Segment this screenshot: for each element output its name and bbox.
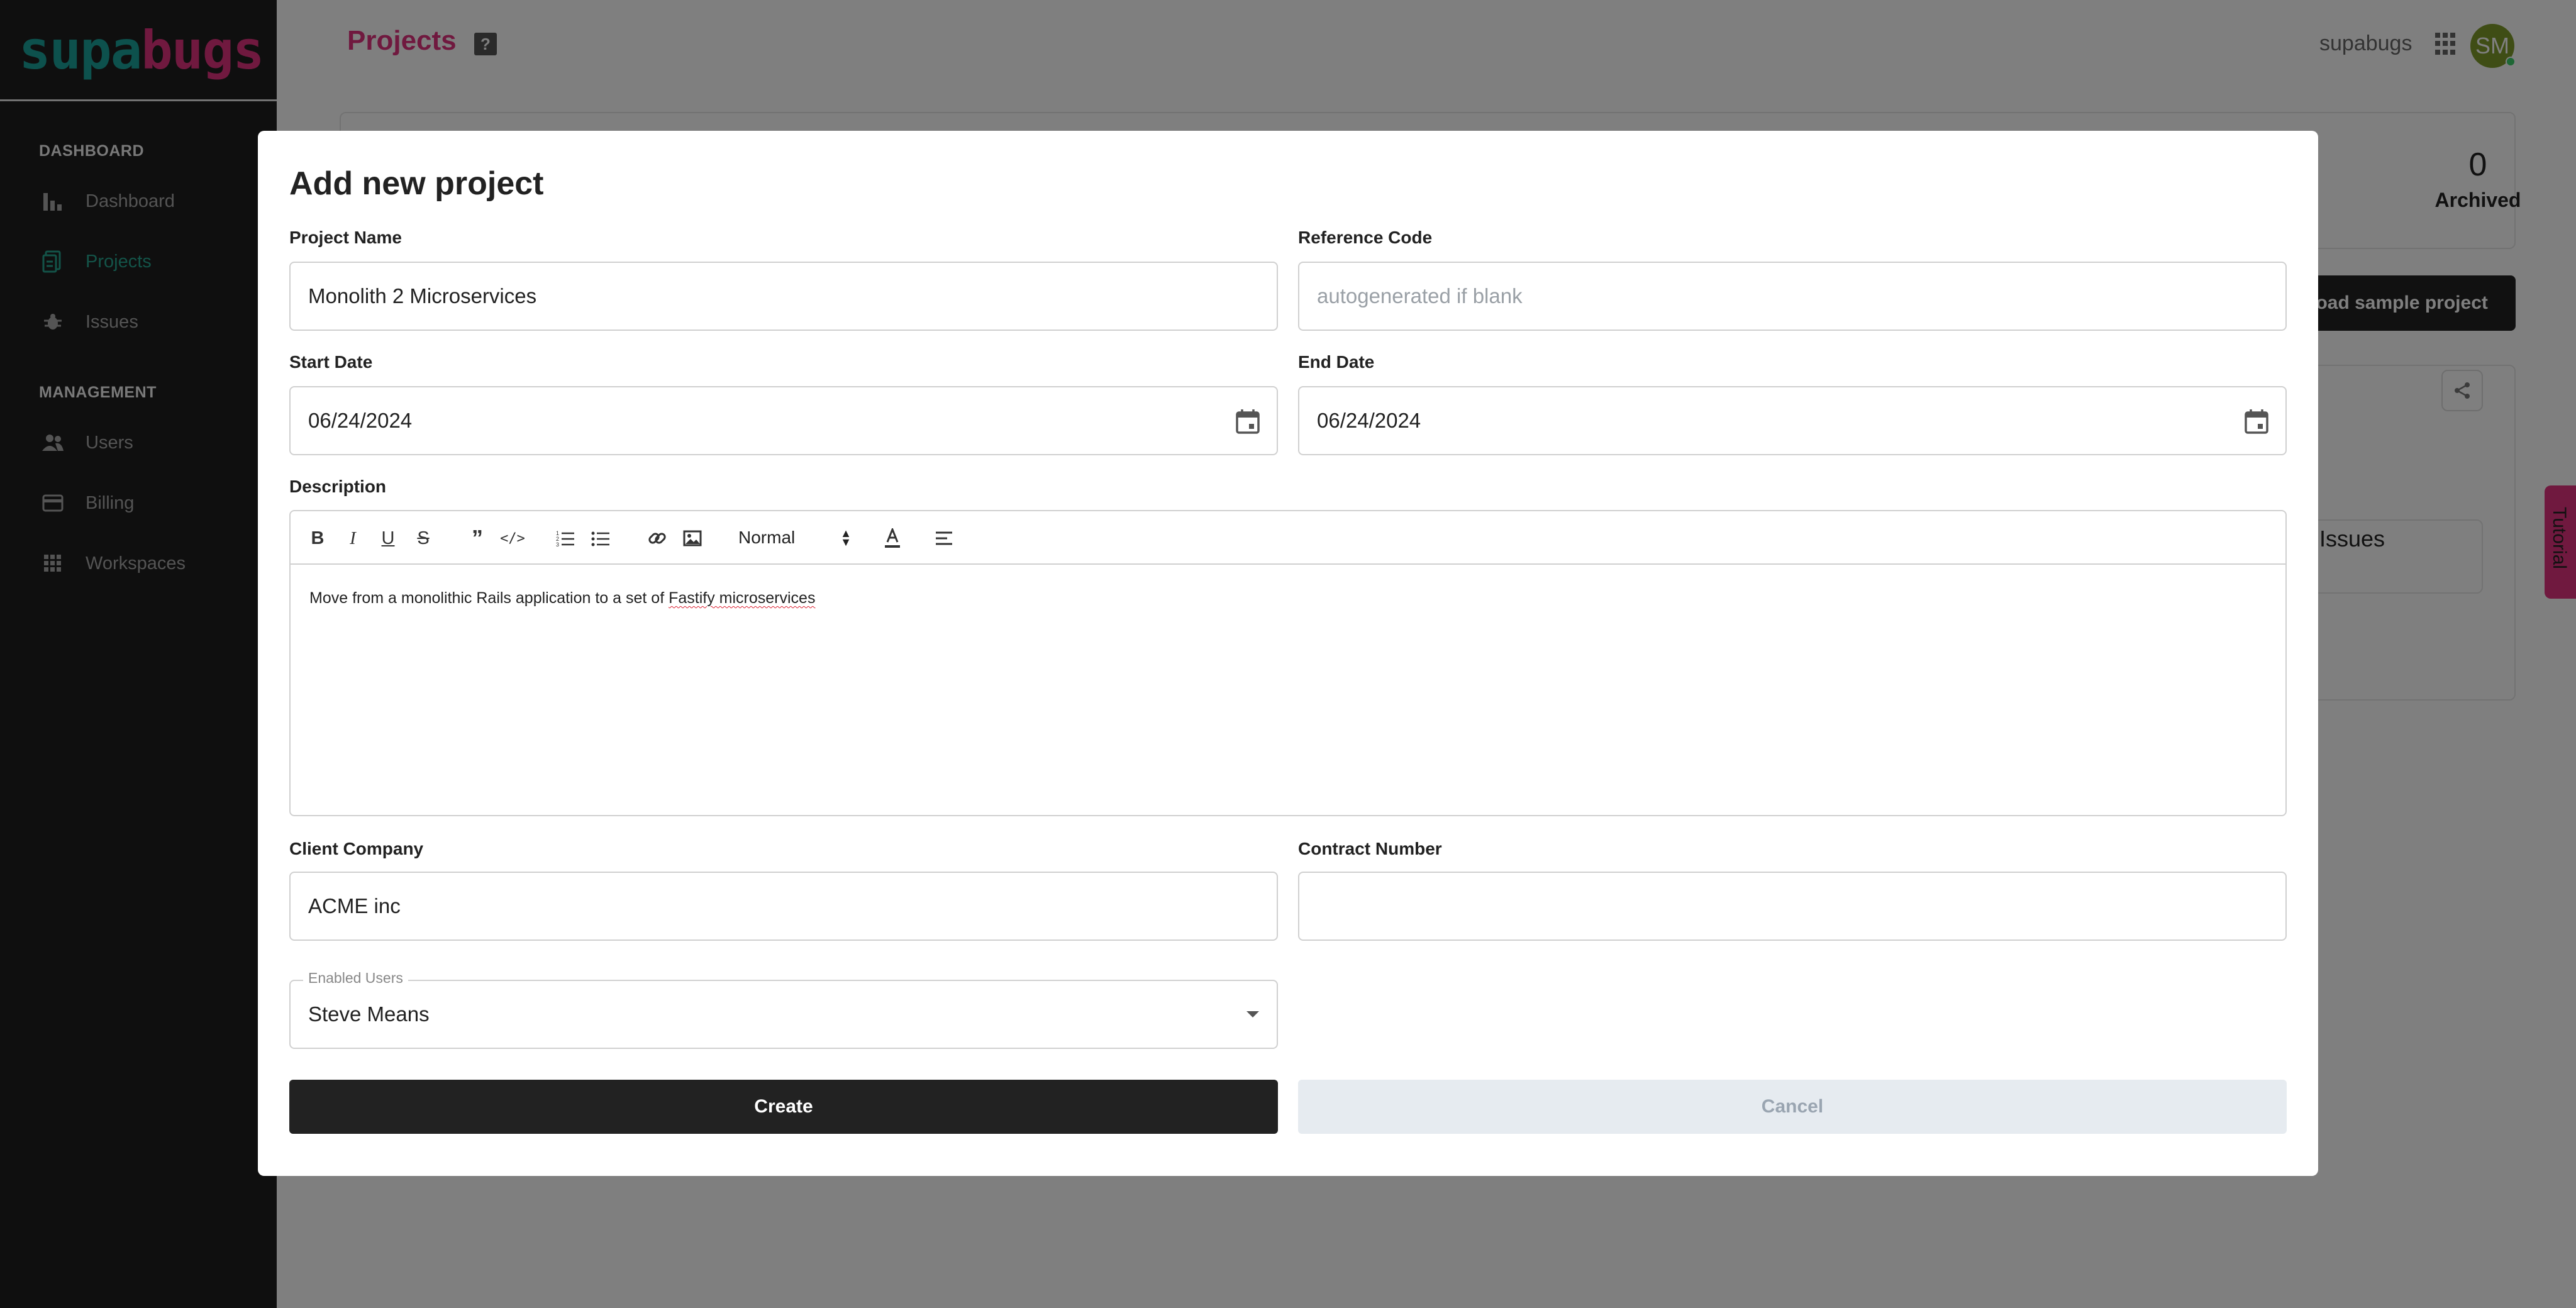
text-format-value: Normal (738, 528, 796, 547)
text-format-select[interactable]: Normal ▲ ▼ (738, 525, 852, 550)
caret-down-icon (1246, 1011, 1259, 1017)
description-text: Move from a monolithic Rails application… (309, 589, 815, 607)
start-date-value: 06/24/2024 (308, 409, 413, 432)
blockquote-icon[interactable]: ” (467, 525, 488, 551)
contract-number-label: Contract Number (1298, 839, 1442, 858)
link-icon[interactable] (647, 528, 668, 549)
editor-toolbar: B I U S ” </> 123 Normal ▲ ▼ (291, 511, 2285, 565)
end-date-input[interactable]: 06/24/2024 (1298, 386, 2287, 455)
client-company-value: ACME inc (308, 894, 401, 917)
code-block-icon[interactable]: </> (500, 528, 525, 549)
svg-text:3: 3 (556, 541, 559, 547)
description-editor[interactable]: B I U S ” </> 123 Normal ▲ ▼ Move from a… (289, 510, 2287, 816)
cancel-button[interactable]: Cancel (1298, 1080, 2287, 1134)
ordered-list-icon[interactable]: 123 (555, 528, 576, 549)
calendar-icon[interactable] (1234, 407, 1262, 435)
image-icon[interactable] (682, 528, 703, 549)
description-label: Description (289, 477, 387, 496)
bold-icon[interactable]: B (307, 528, 328, 549)
create-button[interactable]: Create (289, 1080, 1278, 1134)
description-text-misspelled: Fastify microservices (669, 589, 816, 607)
modal-title: Add new project (289, 165, 544, 202)
reference-code-input[interactable]: autogenerated if blank (1298, 262, 2287, 331)
calendar-icon[interactable] (2243, 407, 2270, 435)
client-company-input[interactable]: ACME inc (289, 872, 1278, 941)
start-date-input[interactable]: 06/24/2024 (289, 386, 1278, 455)
project-name-value: Monolith 2 Microservices (308, 284, 537, 308)
start-date-label: Start Date (289, 352, 373, 372)
underline-icon[interactable]: U (377, 528, 399, 549)
add-project-modal: Add new project Project Name Monolith 2 … (258, 131, 2318, 1176)
strikethrough-icon[interactable]: S (413, 528, 434, 549)
enabled-users-label: Enabled Users (303, 970, 408, 987)
project-name-label: Project Name (289, 228, 402, 247)
reference-code-label: Reference Code (1298, 228, 1433, 247)
italic-icon[interactable]: I (342, 528, 364, 549)
end-date-value: 06/24/2024 (1317, 409, 1421, 432)
client-company-label: Client Company (289, 839, 424, 858)
align-icon[interactable] (933, 528, 955, 549)
enabled-users-select[interactable]: Steve Means (289, 980, 1278, 1049)
contract-number-input[interactable] (1298, 872, 2287, 941)
end-date-label: End Date (1298, 352, 1375, 372)
enabled-users-value: Steve Means (308, 1002, 430, 1026)
description-text-prefix: Move from a monolithic Rails application… (309, 589, 669, 607)
reference-code-placeholder: autogenerated if blank (1317, 284, 1523, 308)
select-arrows-icon: ▲ ▼ (840, 527, 852, 548)
bullet-list-icon[interactable] (590, 528, 611, 549)
text-color-icon[interactable] (882, 528, 903, 549)
project-name-input[interactable]: Monolith 2 Microservices (289, 262, 1278, 331)
